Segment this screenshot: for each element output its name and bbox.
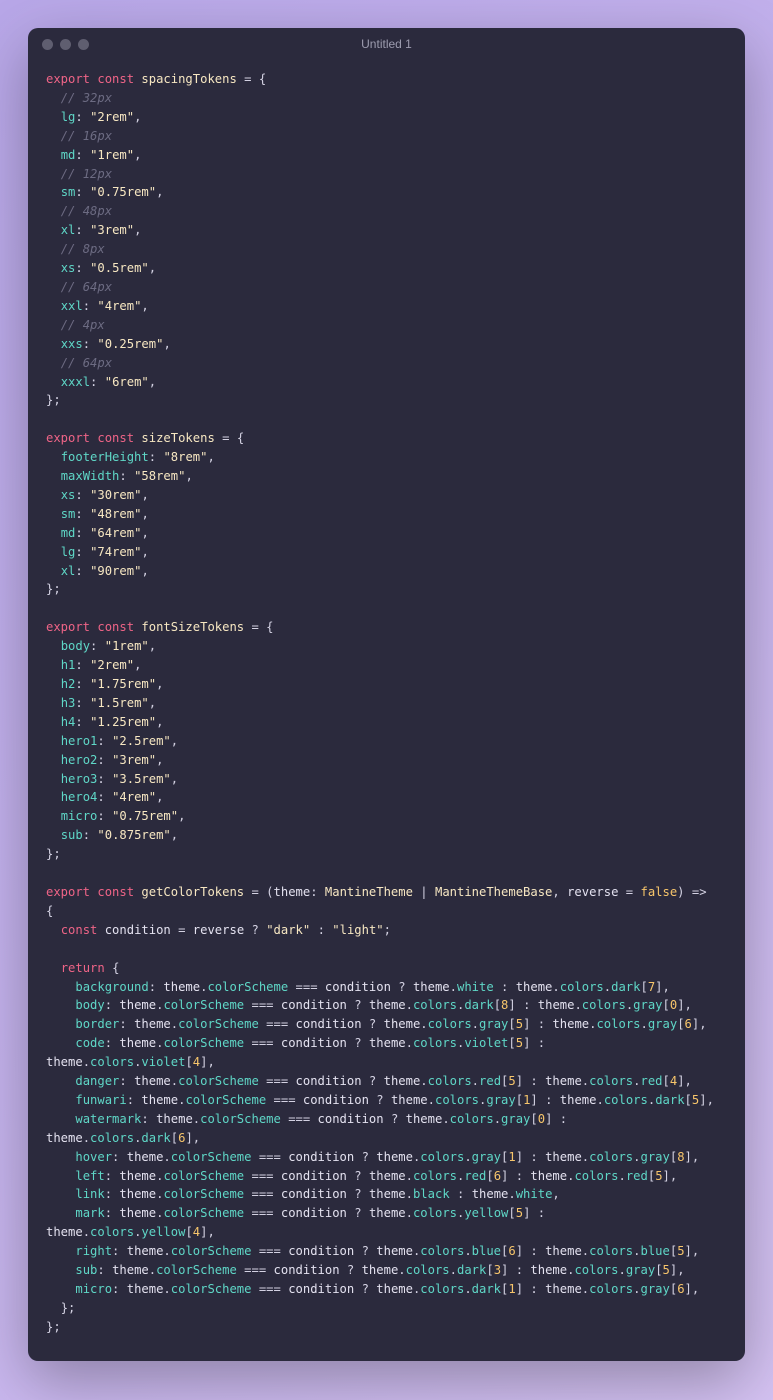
maximize-icon[interactable] xyxy=(78,39,89,50)
traffic-lights xyxy=(42,39,89,50)
window-title: Untitled 1 xyxy=(28,37,745,51)
close-icon[interactable] xyxy=(42,39,53,50)
titlebar[interactable]: Untitled 1 xyxy=(28,28,745,60)
editor-window: Untitled 1 export const spacingTokens = … xyxy=(28,28,745,1361)
minimize-icon[interactable] xyxy=(60,39,71,50)
code-editor[interactable]: export const spacingTokens = { // 32px l… xyxy=(28,60,745,1361)
